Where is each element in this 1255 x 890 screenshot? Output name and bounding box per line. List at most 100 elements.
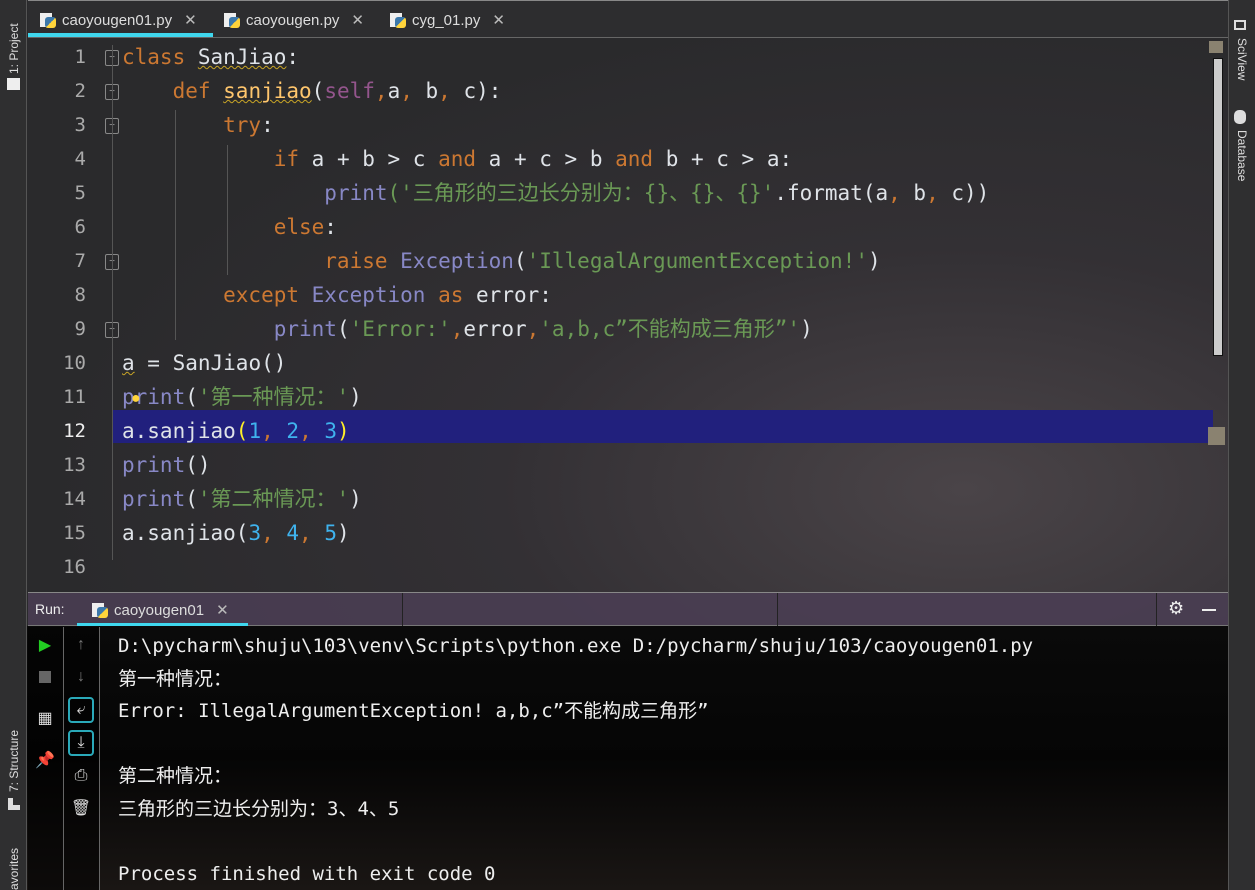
tab-caoyougen[interactable]: caoyougen.py ✕ [224, 5, 364, 35]
code-token: , [374, 79, 388, 103]
sciview-tool-button[interactable]: SciView [1235, 38, 1249, 80]
layout-icon[interactable]: ▦ [32, 705, 58, 731]
stop-icon[interactable] [32, 664, 58, 690]
code-line: if a + b > c and a + c > b and b + c > a… [122, 142, 792, 176]
code-token: 3 [324, 419, 338, 443]
database-tool-button[interactable]: Database [1235, 130, 1249, 181]
line-number: 8 [74, 284, 86, 306]
scroll-to-end-icon[interactable]: ⤓ [68, 730, 94, 756]
minimize-icon[interactable] [1202, 609, 1216, 611]
code-token: ( [513, 249, 527, 273]
code-token: c)) [951, 181, 990, 205]
code-token: , [438, 79, 464, 103]
divider [1156, 593, 1157, 626]
inspection-status-icon[interactable] [1209, 41, 1223, 53]
down-arrow-icon[interactable]: ↓ [68, 664, 94, 690]
line-number: 10 [63, 352, 86, 374]
run-tab-label: caoyougen01 [114, 601, 205, 619]
trash-icon[interactable]: 🗑 [68, 795, 94, 821]
tab-cyg-01[interactable]: cyg_01.py ✕ [390, 5, 505, 35]
code-line: print('三角形的三边长分别为：{}、{}、{}'.format(a, b,… [122, 176, 989, 210]
tab-label: caoyougen.py [246, 11, 340, 29]
code-token: .format(a [774, 181, 889, 205]
code-token: 4 [286, 521, 300, 545]
code-token: '第二种情况：' [197, 487, 350, 511]
console-line: Error: IllegalArgumentException! a,b,c”不… [118, 700, 709, 722]
favorites-tool-button[interactable]: avorites [7, 848, 21, 890]
code-line: else: [122, 210, 337, 244]
code-token: , [261, 521, 287, 545]
database-icon [1234, 110, 1246, 124]
code-token: except [122, 283, 312, 307]
code-token: ): [476, 79, 502, 103]
divider [402, 593, 403, 626]
code-editor[interactable]: class SanJiao: def sanjiao(self,a, b, c)… [122, 38, 1212, 560]
print-icon[interactable]: ⎙ [68, 763, 94, 789]
line-number: 11 [63, 386, 86, 408]
close-icon[interactable]: ✕ [216, 601, 229, 619]
code-token: a.sanjiao( [122, 521, 249, 545]
scroll-marker [1208, 427, 1225, 445]
code-token: ) [337, 521, 350, 545]
rerun-icon[interactable]: ▶ [32, 632, 58, 658]
code-token: a [122, 351, 135, 375]
code-token: = SanJiao() [134, 351, 287, 375]
left-tool-strip: 1: Project 7: Structure avorites [0, 0, 27, 890]
run-console-output[interactable]: D:\pycharm\shuju\103\venv\Scripts\python… [118, 630, 1033, 890]
code-token: 1 [248, 419, 262, 443]
divider [777, 593, 778, 626]
code-token: class [122, 45, 198, 69]
code-token: , [526, 317, 540, 341]
code-token: 5 [324, 521, 337, 545]
code-token: , [888, 181, 914, 205]
close-icon[interactable]: ✕ [351, 11, 364, 29]
code-token: 3 [248, 521, 262, 545]
line-number: 15 [63, 522, 86, 544]
code-token: a + b > c [311, 147, 439, 171]
code-line: print('第二种情况：') [122, 482, 362, 516]
up-arrow-icon[interactable]: ↑ [68, 632, 94, 658]
line-number: 7 [74, 250, 86, 272]
run-toolbar: ▶ ▦ 📌 ↑ ↓ ⤶ ⤓ ⎙ 🗑 [28, 627, 100, 890]
code-line: a = SanJiao() [122, 346, 286, 380]
run-label: Run: [35, 601, 65, 617]
folder-icon[interactable] [7, 78, 20, 90]
code-token: ( [311, 79, 325, 103]
right-tool-strip: SciView Database [1228, 0, 1255, 890]
lightbulb-icon[interactable]: ● [131, 390, 141, 408]
run-tab[interactable]: caoyougen01 ✕ [92, 595, 229, 625]
code-token: try [122, 113, 262, 137]
line-number: 2 [74, 80, 86, 102]
console-line: 第一种情况： [118, 667, 233, 690]
structure-tool-button[interactable]: 7: Structure [7, 730, 21, 792]
code-line: except Exception as error: [122, 278, 552, 312]
line-number: 13 [63, 454, 86, 476]
code-token: : [261, 113, 274, 137]
code-token: ) [867, 249, 881, 273]
code-token: SanJiao [197, 45, 287, 69]
close-icon[interactable]: ✕ [184, 11, 197, 29]
code-token: , [261, 419, 287, 443]
run-panel-header: Run: caoyougen01 ✕ ⚙ [28, 592, 1228, 626]
close-icon[interactable]: ✕ [492, 11, 505, 29]
code-token: , [400, 79, 426, 103]
code-token: def [122, 79, 224, 103]
project-tool-button[interactable]: 1: Project [7, 23, 21, 74]
indent-guide [112, 45, 113, 560]
console-line: 第二种情况： [118, 765, 233, 787]
code-line: class SanJiao: [122, 40, 299, 74]
code-token: , [450, 317, 464, 341]
code-token: error: [476, 283, 552, 307]
soft-wrap-icon[interactable]: ⤶ [68, 697, 94, 723]
editor-scrollbar[interactable] [1213, 58, 1223, 356]
pin-icon[interactable]: 📌 [32, 747, 58, 773]
code-token: 'IllegalArgumentException!' [526, 249, 868, 273]
tab-caoyougen01[interactable]: caoyougen01.py ✕ [40, 5, 197, 35]
code-token: a [387, 79, 401, 103]
settings-gear-icon[interactable]: ⚙ [1168, 598, 1184, 619]
code-token: b [913, 181, 927, 205]
line-number: 16 [63, 556, 86, 578]
line-number-gutter: 1−2−3−4567−89−10111213141516 [28, 38, 119, 578]
line-number: 4 [74, 148, 86, 170]
